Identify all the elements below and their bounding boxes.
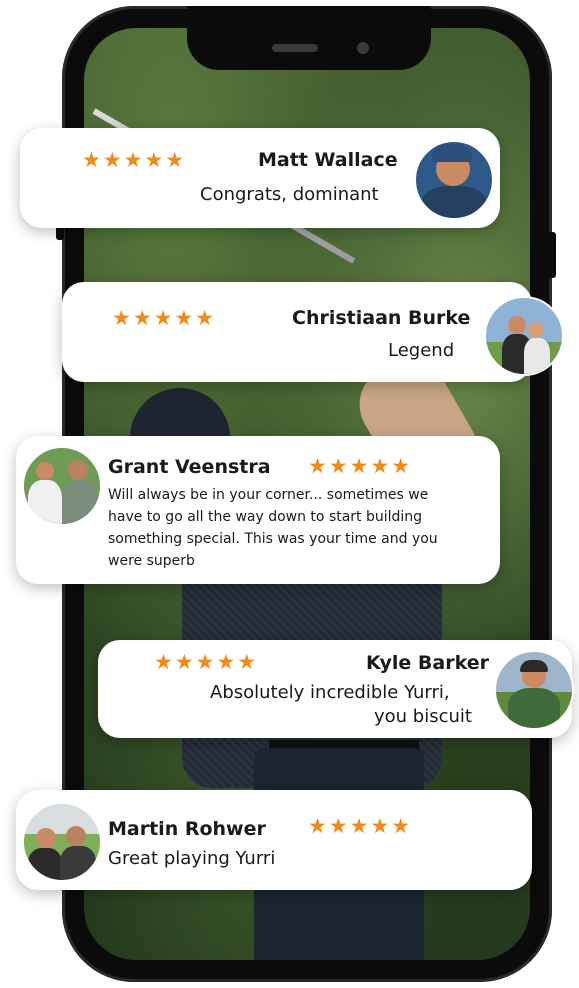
star-rating: ★★★★★ [308, 814, 413, 838]
review-message-line: have to go all the way down to start bui… [108, 509, 423, 525]
review-message-line: Will always be in your corner... sometim… [108, 487, 429, 503]
review-message-line: something special. This was your time an… [108, 531, 438, 547]
review-message-line: were superb [108, 553, 195, 569]
star-rating: ★★★★★ [112, 306, 217, 330]
reviewer-name: Matt Wallace [258, 149, 398, 171]
review-message: Great playing Yurri [108, 848, 276, 869]
avatar [22, 446, 102, 526]
avatar [484, 296, 564, 376]
avatar [494, 650, 574, 730]
speaker-icon [272, 44, 318, 52]
phone-notch [187, 6, 431, 70]
phone-side-button [548, 232, 556, 278]
reviewer-name: Martin Rohwer [108, 818, 266, 840]
reviewer-name: Grant Veenstra [108, 456, 271, 478]
avatar [414, 140, 494, 220]
reviewer-name: Christiaan Burke [292, 307, 471, 329]
star-rating: ★★★★★ [82, 148, 187, 172]
review-message-line: you biscuit [374, 706, 472, 727]
star-rating: ★★★★★ [308, 454, 413, 478]
avatar [22, 802, 102, 882]
review-message: Legend [388, 340, 455, 361]
review-message: Congrats, dominant [200, 184, 379, 205]
star-rating: ★★★★★ [154, 650, 259, 674]
review-message-line: Absolutely incredible Yurri, [210, 682, 450, 703]
review-card[interactable]: ★★★★★ Christiaan Burke Legend [62, 282, 532, 382]
camera-icon [357, 42, 369, 54]
reviewer-name: Kyle Barker [366, 652, 489, 674]
